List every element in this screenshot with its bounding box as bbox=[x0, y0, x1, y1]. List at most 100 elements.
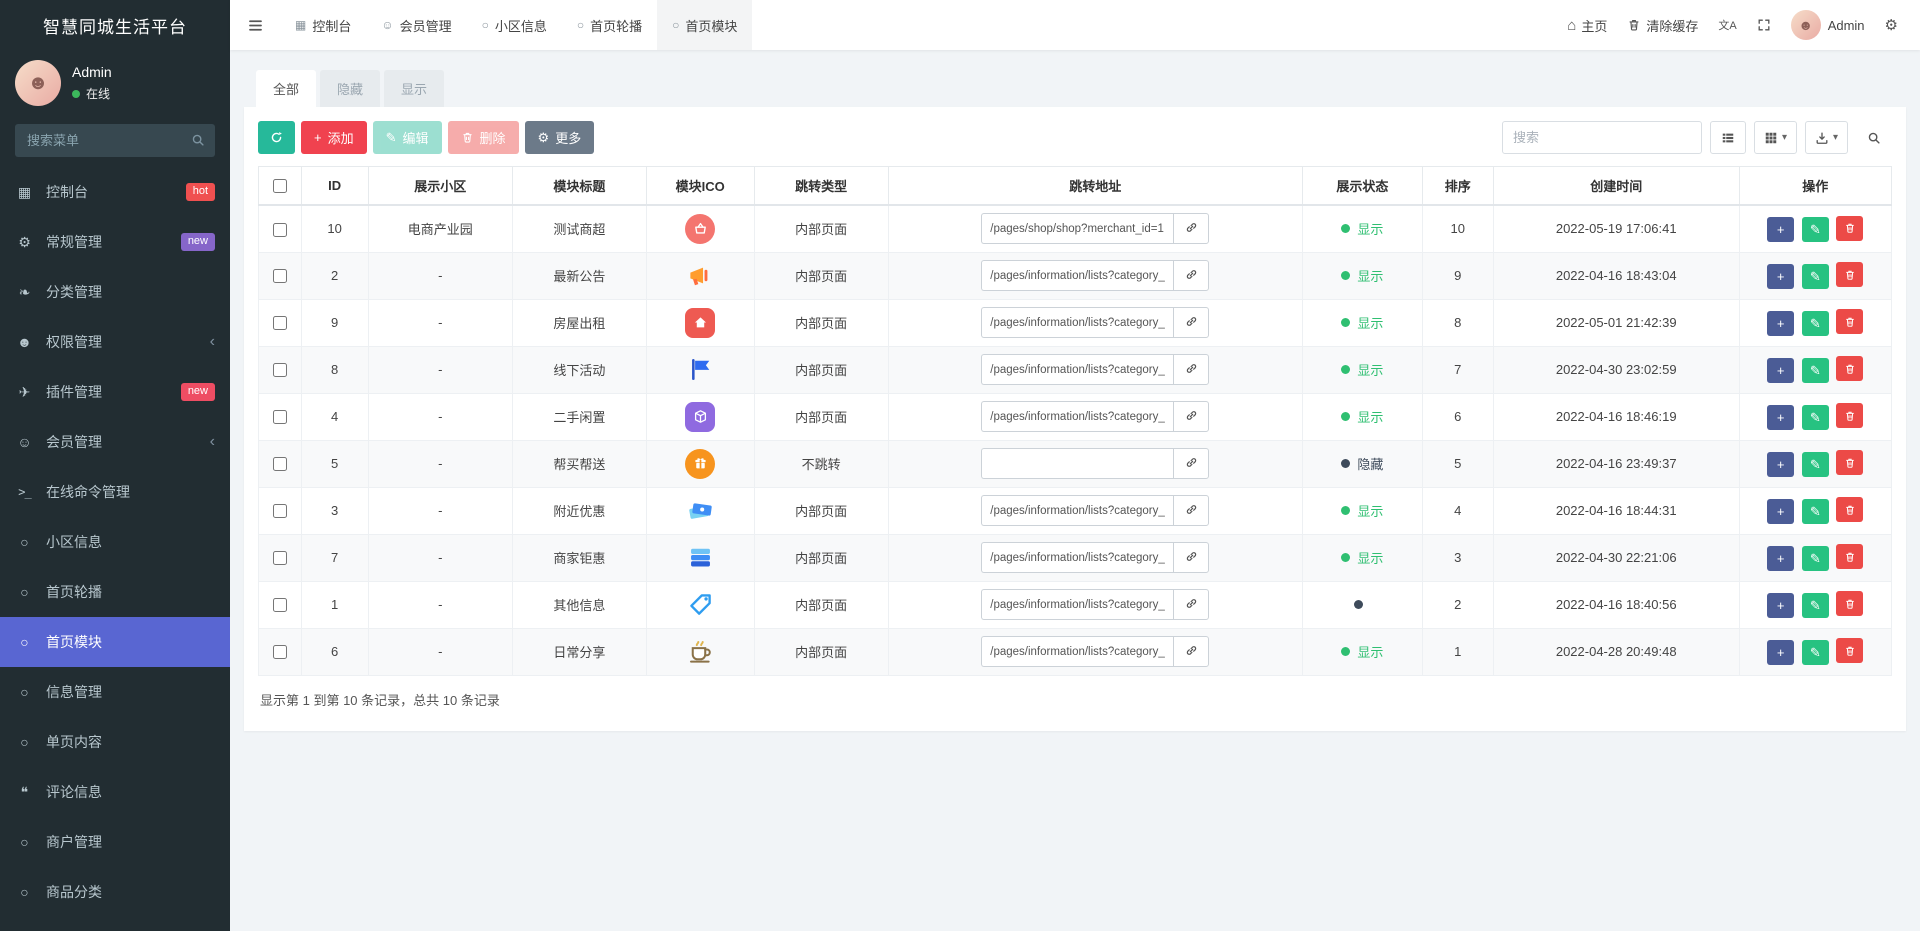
url-input[interactable] bbox=[981, 495, 1174, 526]
row-delete-button[interactable] bbox=[1836, 403, 1864, 429]
row-delete-button[interactable] bbox=[1836, 497, 1864, 523]
status-badge[interactable] bbox=[1354, 600, 1370, 609]
row-checkbox[interactable] bbox=[272, 222, 287, 237]
sidebar-item[interactable]: ○ 单页内容 bbox=[0, 717, 230, 767]
refresh-button[interactable] bbox=[258, 121, 295, 154]
topbar-tab[interactable]: ☺ 会员管理 bbox=[366, 0, 466, 50]
clear-cache-link[interactable]: 清除缓存 bbox=[1617, 0, 1708, 50]
home-link[interactable]: ⌂ 主页 bbox=[1557, 0, 1617, 50]
row-checkbox[interactable] bbox=[272, 645, 287, 660]
row-checkbox[interactable] bbox=[272, 598, 287, 613]
row-edit-button[interactable]: ✎ bbox=[1801, 498, 1829, 524]
add-button[interactable]: + 添加 bbox=[301, 121, 367, 154]
row-checkbox[interactable] bbox=[272, 363, 287, 378]
sidebar-item[interactable]: ○ 小区信息 bbox=[0, 517, 230, 567]
topbar-tab[interactable]: ▦ 控制台 bbox=[280, 0, 366, 50]
sidebar-item[interactable]: ○ 信息管理 bbox=[0, 667, 230, 717]
row-edit-button[interactable]: ✎ bbox=[1801, 404, 1829, 430]
column-header[interactable]: 跳转地址 bbox=[887, 166, 1303, 206]
row-add-button[interactable]: + bbox=[1767, 310, 1795, 336]
search-toggle-button[interactable] bbox=[1856, 121, 1892, 154]
status-badge[interactable]: 显示 bbox=[1341, 407, 1383, 426]
status-badge[interactable]: 显示 bbox=[1341, 548, 1383, 567]
settings-button[interactable]: ⚙ bbox=[1875, 0, 1908, 50]
column-header[interactable]: 展示状态 bbox=[1301, 166, 1423, 206]
row-delete-button[interactable] bbox=[1836, 638, 1864, 664]
sidebar-item[interactable]: ○ 首页模块 bbox=[0, 617, 230, 667]
link-button[interactable] bbox=[1173, 307, 1210, 338]
link-button[interactable] bbox=[1173, 636, 1210, 667]
url-input[interactable] bbox=[981, 354, 1174, 385]
row-add-button[interactable]: + bbox=[1767, 592, 1795, 618]
column-header[interactable]: 操作 bbox=[1738, 166, 1893, 206]
row-checkbox[interactable] bbox=[272, 316, 287, 331]
sidebar-item[interactable]: ☻ 权限管理 ‹ bbox=[0, 317, 230, 367]
link-button[interactable] bbox=[1173, 542, 1210, 573]
row-delete-button[interactable] bbox=[1836, 544, 1864, 570]
url-input[interactable] bbox=[981, 636, 1174, 667]
column-header[interactable]: 跳转类型 bbox=[753, 166, 889, 206]
fullscreen-button[interactable] bbox=[1747, 0, 1781, 50]
row-edit-button[interactable]: ✎ bbox=[1801, 310, 1829, 336]
sidebar-item[interactable]: ▦ 控制台 hot bbox=[0, 167, 230, 217]
filter-tab[interactable]: 显示 bbox=[384, 70, 445, 107]
status-badge[interactable]: 显示 bbox=[1341, 501, 1383, 520]
status-badge[interactable]: 显示 bbox=[1341, 642, 1383, 661]
url-input[interactable] bbox=[981, 401, 1174, 432]
column-header[interactable]: ID bbox=[300, 166, 369, 206]
row-checkbox[interactable] bbox=[272, 410, 287, 425]
language-button[interactable]: 文A bbox=[1708, 0, 1746, 50]
link-button[interactable] bbox=[1173, 401, 1210, 432]
link-button[interactable] bbox=[1173, 448, 1210, 479]
sidebar-item[interactable]: ○ 商户管理 bbox=[0, 817, 230, 867]
row-edit-button[interactable]: ✎ bbox=[1801, 545, 1829, 571]
topbar-tab[interactable]: ○ 小区信息 bbox=[467, 0, 562, 50]
topbar-tab[interactable]: ○ 首页轮播 bbox=[562, 0, 657, 50]
link-button[interactable] bbox=[1173, 354, 1210, 385]
url-input[interactable] bbox=[981, 589, 1174, 620]
more-button[interactable]: ⚙ 更多 bbox=[524, 121, 595, 154]
status-badge[interactable]: 隐藏 bbox=[1341, 454, 1383, 473]
brand-title[interactable]: 智慧同城生活平台 bbox=[0, 0, 230, 50]
row-delete-button[interactable] bbox=[1836, 262, 1864, 288]
column-header[interactable]: 创建时间 bbox=[1492, 166, 1740, 206]
status-badge[interactable]: 显示 bbox=[1341, 219, 1383, 238]
url-input[interactable] bbox=[981, 213, 1174, 245]
row-edit-button[interactable]: ✎ bbox=[1801, 451, 1829, 477]
row-edit-button[interactable]: ✎ bbox=[1801, 357, 1829, 383]
view-list-button[interactable] bbox=[1709, 121, 1746, 154]
row-edit-button[interactable]: ✎ bbox=[1801, 639, 1829, 665]
hamburger-menu-icon[interactable] bbox=[230, 0, 280, 50]
sidebar-search-input[interactable] bbox=[15, 124, 215, 157]
row-add-button[interactable]: + bbox=[1767, 357, 1795, 383]
table-search-input[interactable] bbox=[1501, 121, 1702, 154]
row-add-button[interactable]: + bbox=[1767, 545, 1795, 571]
export-button[interactable]: ▾ bbox=[1804, 121, 1848, 154]
url-input[interactable] bbox=[981, 260, 1174, 291]
row-add-button[interactable]: + bbox=[1767, 263, 1795, 289]
row-add-button[interactable]: + bbox=[1767, 217, 1795, 242]
delete-button[interactable]: 删除 bbox=[447, 121, 519, 154]
row-delete-button[interactable] bbox=[1836, 450, 1864, 476]
row-edit-button[interactable]: ✎ bbox=[1801, 217, 1829, 242]
row-delete-button[interactable] bbox=[1836, 591, 1864, 617]
select-all-checkbox[interactable] bbox=[272, 179, 287, 194]
sidebar-item[interactable]: ⚙ 常规管理 new bbox=[0, 217, 230, 267]
row-checkbox[interactable] bbox=[272, 457, 287, 472]
link-button[interactable] bbox=[1173, 495, 1210, 526]
sidebar-item[interactable]: ○ 商品分类 bbox=[0, 867, 230, 917]
sidebar-item[interactable]: ❝ 评论信息 bbox=[0, 767, 230, 817]
row-checkbox[interactable] bbox=[272, 504, 287, 519]
sidebar-item[interactable]: ✈ 插件管理 new bbox=[0, 367, 230, 417]
url-input[interactable] bbox=[981, 307, 1174, 338]
row-checkbox[interactable] bbox=[272, 269, 287, 284]
row-add-button[interactable]: + bbox=[1767, 404, 1795, 430]
url-input[interactable] bbox=[981, 542, 1174, 573]
topbar-tab[interactable]: ○ 首页模块 bbox=[657, 0, 753, 50]
sidebar-item[interactable]: ○ 首页轮播 bbox=[0, 567, 230, 617]
column-header[interactable]: 展示小区 bbox=[367, 166, 513, 206]
sidebar-item[interactable]: >_ 在线命令管理 bbox=[0, 467, 230, 517]
status-badge[interactable]: 显示 bbox=[1341, 360, 1383, 379]
row-add-button[interactable]: + bbox=[1767, 639, 1795, 665]
link-button[interactable] bbox=[1173, 213, 1210, 245]
